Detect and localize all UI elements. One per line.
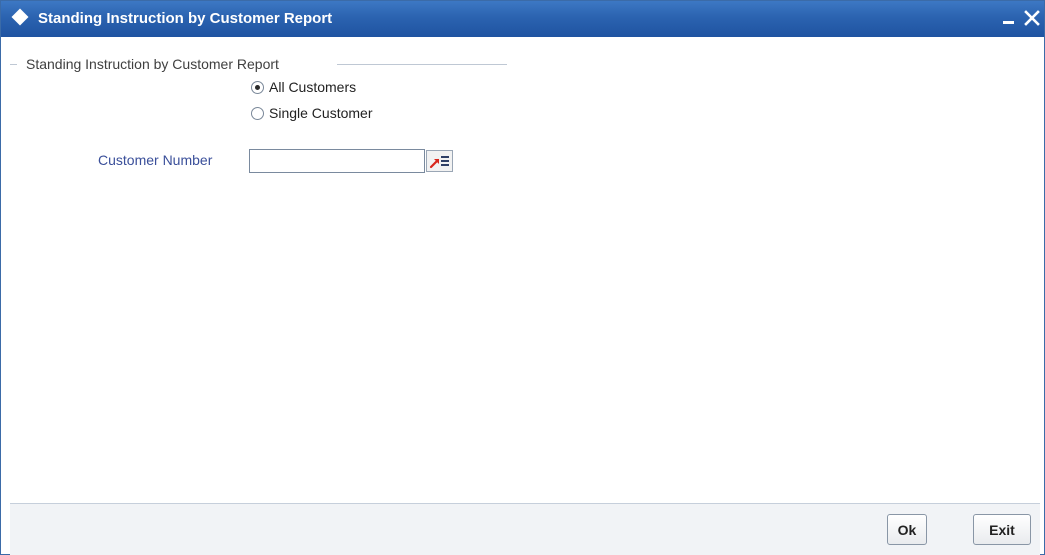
title-bar[interactable]: Standing Instruction by Customer Report [1, 1, 1044, 37]
radio-label: Single Customer [269, 105, 373, 121]
radio-button-selected[interactable] [251, 81, 264, 94]
radio-dot [255, 85, 260, 90]
form-content: Standing Instruction by Customer Report … [10, 38, 1040, 502]
button-bar: Ok Exit [10, 503, 1040, 555]
report-window: Standing Instruction by Customer Report … [0, 0, 1045, 555]
list-of-values-button[interactable] [426, 150, 453, 172]
customer-number-input[interactable] [249, 149, 425, 173]
list-of-values-icon [429, 156, 449, 169]
diamond-icon [11, 8, 29, 26]
exit-button[interactable]: Exit [973, 514, 1031, 545]
close-icon[interactable] [1022, 7, 1042, 29]
fieldset-divider [10, 64, 17, 65]
radio-button[interactable] [251, 107, 264, 120]
radio-label: All Customers [269, 79, 357, 95]
window-title: Standing Instruction by Customer Report [38, 10, 333, 27]
minimize-icon[interactable] [999, 7, 1019, 29]
customer-number-label: Customer Number [98, 152, 213, 168]
fieldset-divider [337, 64, 507, 65]
section-legend: Standing Instruction by Customer Report [26, 56, 279, 72]
ok-button[interactable]: Ok [887, 514, 927, 545]
